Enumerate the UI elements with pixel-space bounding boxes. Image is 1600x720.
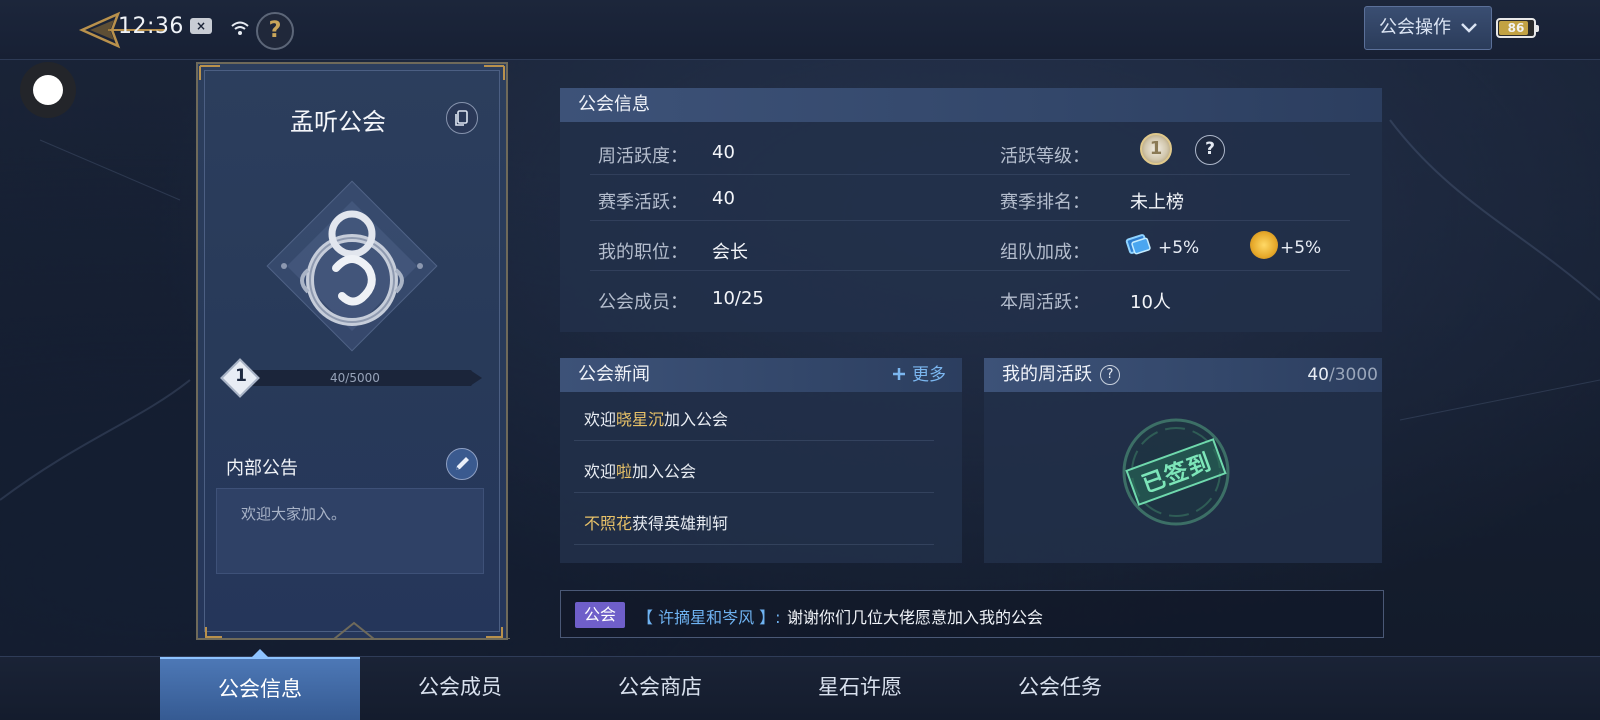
news-more-label: 更多 bbox=[912, 365, 946, 385]
news-player-name[interactable]: 不照花 bbox=[584, 514, 632, 533]
tab-guild-members[interactable]: 公会成员 bbox=[360, 657, 560, 720]
weekly-total: /3000 bbox=[1329, 365, 1378, 385]
weekly-current: 40 bbox=[1307, 365, 1329, 385]
news-divider bbox=[574, 544, 934, 545]
tab-guild-info[interactable]: 公会信息 bbox=[160, 649, 360, 720]
tab-star-wish[interactable]: 星石许愿 bbox=[760, 657, 960, 720]
gold-coin-icon bbox=[1250, 231, 1278, 259]
team-bonus-gold: +5% bbox=[1280, 238, 1322, 258]
wifi-icon bbox=[231, 21, 249, 35]
news-text: 获得英雄荆轲 bbox=[632, 514, 729, 533]
guild-info-title: 公会信息 bbox=[560, 88, 1382, 122]
battery-indicator: 86 bbox=[1496, 18, 1539, 38]
row-divider bbox=[590, 174, 1350, 175]
plus-icon bbox=[892, 368, 905, 380]
news-item: 欢迎啦加入公会 bbox=[584, 458, 696, 482]
bottom-tab-bar: 公会信息 公会成员 公会商店 星石许愿 公会任务 bbox=[0, 649, 1600, 720]
news-text: 加入公会 bbox=[632, 462, 697, 481]
news-text: 欢迎 bbox=[584, 462, 617, 481]
help-icon[interactable]: ? bbox=[256, 12, 294, 50]
floating-assistive-button[interactable] bbox=[20, 62, 76, 118]
help-icon[interactable]: ? bbox=[1195, 135, 1225, 165]
internal-notice-text: 欢迎大家加入。 bbox=[241, 505, 347, 523]
news-item: 不照花获得英雄荆轲 bbox=[584, 510, 728, 534]
status-time: 12:36 bbox=[118, 14, 184, 39]
exp-card-icon bbox=[1125, 234, 1151, 255]
guild-level: 1 bbox=[235, 366, 247, 386]
guild-chat-bar[interactable]: 公会 【 许摘星和岑风 】: 谢谢你们几位大佬愿意加入我的公会 bbox=[560, 590, 1384, 638]
top-bar: 12:36 × ? 公会操作 86 bbox=[0, 0, 1600, 60]
internal-notice-title: 内部公告 bbox=[226, 458, 298, 479]
edit-pencil-icon bbox=[456, 457, 469, 470]
news-divider bbox=[574, 492, 934, 493]
info-value: 10人 bbox=[1130, 292, 1171, 313]
info-label: 赛季排名： bbox=[1000, 192, 1090, 213]
chevron-down-icon bbox=[1461, 23, 1477, 33]
team-bonus-exp: +5% bbox=[1158, 238, 1200, 258]
chat-sender[interactable]: 【 许摘星和岑风 】: bbox=[637, 604, 781, 628]
info-value: 未上榜 bbox=[1130, 192, 1184, 213]
guild-emblem-icon bbox=[266, 180, 438, 352]
news-player-name[interactable]: 晓星沉 bbox=[616, 410, 664, 429]
news-more-link[interactable]: 更多 bbox=[891, 358, 946, 392]
weekly-active-row: 本周活跃： 10人 bbox=[560, 276, 1382, 324]
weekly-activity-count: 40/3000 bbox=[1307, 358, 1378, 392]
help-icon[interactable]: ? bbox=[1100, 365, 1120, 385]
chat-channel-tag: 公会 bbox=[575, 602, 625, 628]
activity-level-row: 活跃等级： 1 ? bbox=[560, 130, 1382, 178]
guild-info-panel: 公会信息 周活跃度： 40 活跃等级： 1 ? 赛季活跃： 40 赛季排名： 未… bbox=[560, 88, 1382, 332]
chat-message: 谢谢你们几位大佬愿意加入我的公会 bbox=[787, 608, 1044, 627]
news-player-name[interactable]: 啦 bbox=[616, 462, 632, 481]
internal-notice-box: 欢迎大家加入。 bbox=[216, 488, 484, 574]
level-progress-text: 40/5000 bbox=[330, 371, 380, 385]
info-label: 活跃等级： bbox=[1000, 146, 1090, 167]
banner-bottom-notch bbox=[198, 621, 510, 639]
copy-button[interactable] bbox=[446, 102, 478, 134]
guild-operations-label: 公会操作 bbox=[1379, 17, 1451, 38]
row-divider bbox=[590, 220, 1350, 221]
tab-guild-tasks[interactable]: 公会任务 bbox=[960, 657, 1160, 720]
news-item: 欢迎晓星沉加入公会 bbox=[584, 406, 728, 430]
guild-news-panel: 公会新闻 更多 欢迎晓星沉加入公会 欢迎啦加入公会 不照花获得英雄荆轲 bbox=[560, 358, 962, 563]
guild-level-progress: 1 40/5000 bbox=[220, 358, 492, 398]
guild-operations-dropdown[interactable]: 公会操作 bbox=[1364, 6, 1492, 50]
info-label: 组队加成： bbox=[1000, 242, 1090, 263]
banner-corner-ornaments bbox=[199, 65, 505, 80]
tab-guild-shop[interactable]: 公会商店 bbox=[560, 657, 760, 720]
weekly-activity-title: 我的周活跃 bbox=[1002, 364, 1092, 385]
team-bonus-row: 组队加成： +5% +5% bbox=[560, 226, 1382, 274]
season-rank-row: 赛季排名： 未上榜 bbox=[560, 176, 1382, 224]
battery-level: 86 bbox=[1507, 21, 1525, 35]
edit-notice-button[interactable] bbox=[446, 448, 478, 480]
news-text: 欢迎 bbox=[584, 410, 617, 429]
copy-icon bbox=[455, 110, 468, 126]
notification-icon: × bbox=[190, 18, 212, 34]
level-progress-arrow bbox=[470, 370, 482, 386]
my-weekly-activity-panel: 我的周活跃? 40/3000 已签到 bbox=[984, 358, 1382, 563]
row-divider bbox=[590, 270, 1350, 271]
info-label: 本周活跃： bbox=[1000, 292, 1090, 313]
activity-level-medal-icon: 1 bbox=[1140, 133, 1172, 165]
news-text: 加入公会 bbox=[664, 410, 729, 429]
news-divider bbox=[574, 440, 934, 441]
guild-banner-card: 孟听公会 1 40/5000 内部公告 欢迎大家加入。 bbox=[196, 62, 510, 640]
